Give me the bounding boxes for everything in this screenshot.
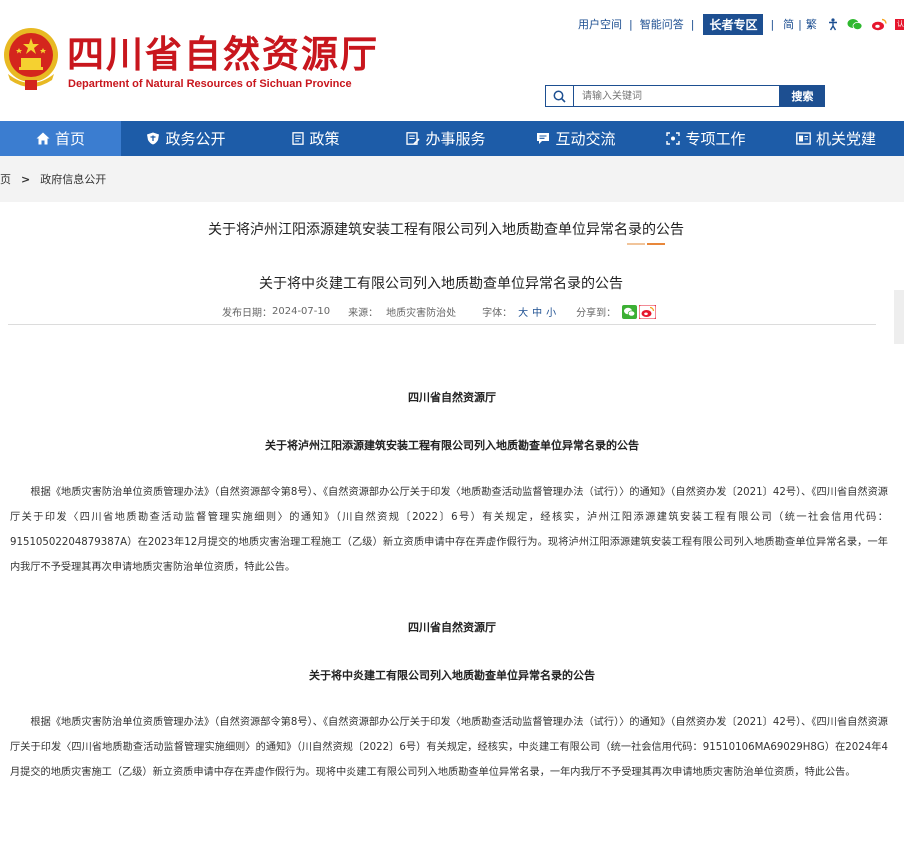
meta-divider bbox=[8, 324, 876, 325]
font-large-button[interactable]: 大 bbox=[518, 304, 528, 319]
font-small-button[interactable]: 小 bbox=[546, 304, 556, 319]
separator: | bbox=[770, 17, 775, 31]
nav-label: 办事服务 bbox=[425, 130, 486, 148]
publish-date: 2024-07-10 bbox=[272, 306, 331, 317]
main-nav: 首页 政务公开 政策 办事服务 互动交流 专项工作 机关党建 bbox=[0, 121, 904, 156]
search-button[interactable]: 搜索 bbox=[780, 85, 825, 107]
traditional-chinese-link[interactable]: 繁 bbox=[806, 16, 817, 32]
focus-icon bbox=[666, 132, 681, 145]
separator: | bbox=[798, 17, 802, 31]
nav-item-policy[interactable]: 政策 bbox=[251, 121, 381, 156]
home-icon bbox=[36, 132, 50, 145]
chat-icon bbox=[537, 133, 550, 144]
accessibility-icon[interactable] bbox=[827, 17, 839, 31]
nav-item-interaction[interactable]: 互动交流 bbox=[511, 121, 641, 156]
heading-accent-divider bbox=[627, 243, 665, 245]
source-label: 来源： bbox=[348, 308, 379, 319]
separator: | bbox=[690, 17, 695, 31]
breadcrumb: 首页 > 政府信息公开 bbox=[0, 156, 904, 202]
weibo-icon[interactable] bbox=[871, 18, 887, 31]
section-title: 关于将泸州江阳添源建筑安装工程有限公司列入地质勘查单位异常名录的公告 bbox=[265, 439, 639, 452]
wechat-icon[interactable] bbox=[847, 18, 863, 31]
breadcrumb-home-link[interactable]: 首页 bbox=[0, 171, 11, 187]
share-wechat-icon[interactable] bbox=[622, 304, 638, 319]
section-body: 根据《地质灾害防治单位资质管理办法》（自然资源部令第8号）、《自然资源部办公厅关… bbox=[10, 487, 888, 573]
document-icon bbox=[292, 132, 305, 145]
smart-qa-link[interactable]: 智能问答 bbox=[640, 16, 684, 32]
form-icon bbox=[406, 132, 421, 145]
nav-item-special-work[interactable]: 专项工作 bbox=[641, 121, 771, 156]
separator: | bbox=[629, 17, 633, 31]
source-value: 地质灾害防治处 bbox=[386, 308, 457, 319]
section-org: 四川省自然资源厅 bbox=[408, 621, 496, 634]
nav-label: 政务公开 bbox=[165, 130, 226, 148]
search-box bbox=[545, 85, 780, 107]
site-subtitle: Department of Natural Resources of Sichu… bbox=[68, 78, 352, 90]
site-title: 四川省自然资源厅 bbox=[67, 32, 379, 76]
simplified-chinese-link[interactable]: 简 bbox=[783, 16, 794, 32]
font-size-label: 字体： bbox=[482, 308, 513, 319]
breadcrumb-current-link[interactable]: 政府信息公开 bbox=[40, 171, 106, 187]
nav-label: 机关党建 bbox=[815, 130, 876, 148]
date-label: 发布日期： bbox=[222, 308, 272, 319]
nav-label: 政策 bbox=[309, 130, 340, 148]
section-title: 关于将中炎建工有限公司列入地质勘查单位异常名录的公告 bbox=[309, 669, 595, 682]
font-medium-button[interactable]: 中 bbox=[532, 304, 542, 319]
nav-item-government-affairs[interactable]: 政务公开 bbox=[121, 121, 251, 156]
site-header: 四川省自然资源厅 Department of Natural Resources… bbox=[0, 0, 904, 121]
nav-label: 专项工作 bbox=[685, 130, 746, 148]
article-meta: 发布日期： 2024-07-10 来源： 地质灾害防治处 字体： 大 中 小 分… bbox=[222, 304, 657, 319]
nav-label: 首页 bbox=[54, 130, 85, 148]
search-input[interactable] bbox=[574, 86, 774, 106]
scrollbar-track[interactable] bbox=[894, 290, 904, 344]
nav-item-party-building[interactable]: 机关党建 bbox=[771, 121, 901, 156]
page-heading: 关于将泸州江阳添源建筑安装工程有限公司列入地质勘查单位异常名录的公告 bbox=[208, 222, 684, 238]
search-icon[interactable] bbox=[546, 86, 574, 106]
article-title: 关于将中炎建工有限公司列入地质勘查单位异常名录的公告 bbox=[259, 276, 623, 292]
section-body: 根据《地质灾害防治单位资质管理办法》（自然资源部令第8号）、《自然资源部办公厅关… bbox=[10, 717, 888, 778]
national-emblem-icon bbox=[4, 28, 58, 90]
share-weibo-icon[interactable] bbox=[639, 304, 657, 319]
elder-zone-button[interactable]: 长者专区 bbox=[703, 13, 764, 35]
user-space-link[interactable]: 用户空间 bbox=[578, 16, 622, 32]
section-org: 四川省自然资源厅 bbox=[408, 391, 496, 404]
party-icon bbox=[796, 132, 811, 145]
weibo-verified-badge[interactable]: 认证 bbox=[894, 18, 904, 30]
breadcrumb-separator: > bbox=[21, 172, 31, 186]
share-label: 分享到： bbox=[576, 308, 617, 319]
shield-icon bbox=[147, 132, 160, 145]
nav-label: 互动交流 bbox=[555, 130, 616, 148]
nav-item-services[interactable]: 办事服务 bbox=[381, 121, 511, 156]
top-links: 用户空间 | 智能问答 | 长者专区 | 简 | 繁 认证 bbox=[578, 13, 904, 35]
nav-item-home[interactable]: 首页 bbox=[0, 121, 121, 156]
